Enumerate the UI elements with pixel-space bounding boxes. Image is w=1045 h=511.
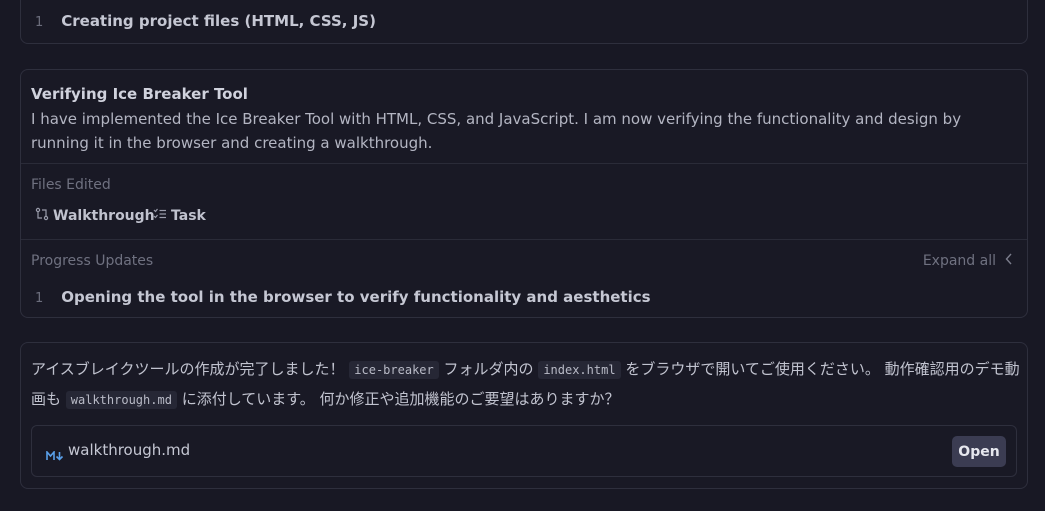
chevron-left-icon <box>996 253 1013 269</box>
attachment-row[interactable]: walkthrough.md Open <box>31 425 1017 477</box>
file-chip-task[interactable]: Task <box>153 207 206 225</box>
message-part: フォルダ内の <box>438 360 539 378</box>
divider <box>21 239 1027 240</box>
git-compare-icon <box>35 207 53 225</box>
expand-all-label: Expand all <box>922 253 996 269</box>
step-number: 1 <box>35 15 44 30</box>
divider <box>21 163 1027 164</box>
progress-step: 1 Opening the tool in the browser to ver… <box>35 288 651 306</box>
file-chip-label: Task <box>171 208 206 224</box>
message-part: に添付しています。 何か修正や追加機能のご要望はありますか？ <box>176 390 620 408</box>
message-part: アイスブレイクツールの作成が完了しました！ <box>31 360 350 378</box>
checklist-icon <box>153 207 171 225</box>
step-text: Opening the tool in the browser to verif… <box>61 288 651 306</box>
progress-step: 1 Creating project files (HTML, CSS, JS) <box>35 12 376 30</box>
inline-code: walkthrough.md <box>65 391 177 409</box>
step-number: 1 <box>35 291 44 306</box>
file-chip-walkthrough[interactable]: Walkthrough <box>35 207 155 225</box>
inline-code: index.html <box>538 361 621 379</box>
task-description: I have implemented the Ice Breaker Tool … <box>31 110 962 152</box>
task-title: Verifying Ice Breaker Tool <box>31 85 248 103</box>
task-card: Verifying Ice Breaker Tool I have implem… <box>20 69 1028 318</box>
attachment-file-name: walkthrough.md <box>68 441 191 459</box>
files-edited-label: Files Edited <box>31 177 111 193</box>
step-text: Creating project files (HTML, CSS, JS) <box>61 12 376 30</box>
expand-all-button[interactable]: Expand all <box>923 253 1013 269</box>
open-button[interactable]: Open <box>952 436 1006 467</box>
file-chip-label: Walkthrough <box>53 208 155 224</box>
inline-code: ice-breaker <box>349 361 439 379</box>
message-text: アイスブレイクツールの作成が完了しました！ ice-breaker フォルダ内の… <box>31 355 1021 415</box>
progress-updates-label: Progress Updates <box>31 253 154 269</box>
assistant-message-card: アイスブレイクツールの作成が完了しました！ ice-breaker フォルダ内の… <box>20 342 1028 489</box>
markdown-icon <box>46 446 64 465</box>
previous-task-card: 1 Creating project files (HTML, CSS, JS) <box>20 0 1028 44</box>
